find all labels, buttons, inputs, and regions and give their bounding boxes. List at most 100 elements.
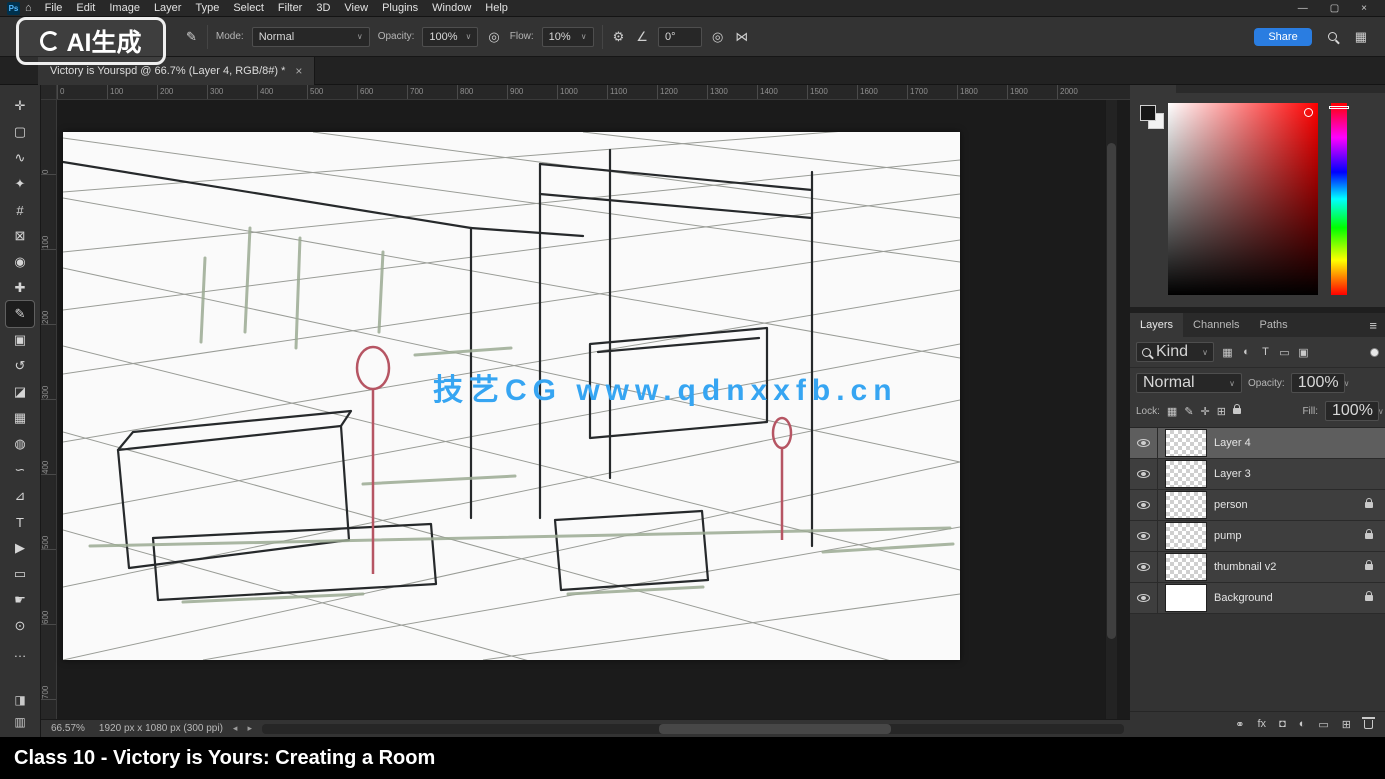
tool-crop[interactable]: #	[6, 197, 34, 223]
color-pointer[interactable]	[1304, 108, 1313, 117]
menu-item[interactable]: Filter	[271, 0, 309, 17]
horizontal-scrollbar[interactable]	[262, 724, 1124, 734]
horizontal-scrollbar-thumb[interactable]	[659, 724, 892, 734]
pen-pressure-icon[interactable]: ◎	[486, 29, 501, 45]
action-new-layer[interactable]: ⊞	[1342, 718, 1351, 731]
panel-tab[interactable]: Layers	[1130, 313, 1183, 337]
menu-item[interactable]: Select	[226, 0, 271, 17]
layer-thumbnail[interactable]	[1166, 523, 1206, 549]
mode-select[interactable]: Normal ∨	[252, 27, 370, 47]
filter-shape-layer-filter[interactable]: ▭	[1276, 346, 1293, 359]
tool-more[interactable]: …	[6, 639, 34, 665]
menu-item[interactable]: 3D	[309, 0, 337, 17]
minimize-icon[interactable]: —	[1298, 3, 1308, 14]
visibility-toggle[interactable]	[1130, 490, 1158, 520]
layer-thumbnail[interactable]	[1166, 492, 1206, 518]
angle-input[interactable]: 0°	[658, 27, 702, 47]
tool-frame[interactable]: ⊠	[6, 223, 34, 249]
layer-row-background[interactable]: Background	[1130, 583, 1385, 614]
menu-item[interactable]: Layer	[147, 0, 189, 17]
action-link-layers[interactable]: ⚭	[1235, 718, 1244, 731]
flow-select[interactable]: 10% ∨	[542, 27, 594, 47]
scroll-left-icon[interactable]: ◂	[233, 723, 238, 734]
layer-row-pump[interactable]: pump	[1130, 521, 1385, 552]
visibility-toggle[interactable]	[1130, 552, 1158, 582]
tool-brush[interactable]: ✎	[6, 301, 34, 327]
layer-row-person[interactable]: person	[1130, 490, 1385, 521]
hue-slider-thumb[interactable]	[1329, 106, 1349, 109]
filter-toggle-icon[interactable]	[1370, 348, 1379, 357]
tablet-pressure-icon[interactable]: ◎	[710, 29, 725, 45]
action-layer-effects[interactable]: fx	[1258, 718, 1267, 731]
layer-thumbnail[interactable]	[1166, 430, 1206, 456]
lock-lock-artboard[interactable]: ⊞	[1217, 405, 1226, 418]
panel-menu-icon[interactable]: ≡	[1369, 318, 1385, 333]
action-layer-mask[interactable]: ◘	[1279, 718, 1286, 731]
lock-lock-position[interactable]: ✛	[1201, 405, 1210, 418]
tool-lasso[interactable]: ∿	[6, 145, 34, 171]
gear-icon[interactable]: ⚙	[611, 29, 627, 45]
layer-thumbnail[interactable]	[1166, 461, 1206, 487]
fill-select[interactable]: 100% ∨	[1325, 401, 1379, 421]
layer-row-thumbnail-v2[interactable]: thumbnail v2	[1130, 552, 1385, 583]
search-icon[interactable]	[1328, 32, 1337, 41]
layer-thumbnail[interactable]	[1166, 554, 1206, 580]
scroll-right-icon[interactable]: ▸	[247, 723, 252, 734]
foreground-color-swatch[interactable]	[1140, 105, 1156, 121]
action-adjustment-layer[interactable]: ◐	[1299, 718, 1306, 731]
tool-pen[interactable]: ⊿	[6, 483, 34, 509]
layer-opacity-select[interactable]: 100% ∨	[1291, 373, 1345, 393]
menu-item[interactable]: Edit	[69, 0, 102, 17]
tool-type[interactable]: T	[6, 509, 34, 535]
symmetry-icon[interactable]: ⋈	[733, 29, 750, 45]
filter-smart-object-filter[interactable]: ▣	[1295, 346, 1312, 359]
tool-clone-stamp[interactable]: ▣	[6, 327, 34, 353]
action-layer-group[interactable]: ▭	[1318, 718, 1328, 731]
home-icon[interactable]: ⌂	[25, 2, 32, 14]
tool-shape[interactable]: ▭	[6, 561, 34, 587]
lock-lock-transparency[interactable]: ▦	[1167, 405, 1177, 418]
tool-preset-icon[interactable]: ✎	[184, 29, 199, 45]
tool-history-brush[interactable]: ↺	[6, 353, 34, 379]
lock-lock-image[interactable]: ✎	[1184, 405, 1193, 418]
saturation-field[interactable]	[1168, 103, 1318, 295]
vertical-scrollbar[interactable]	[1105, 100, 1117, 719]
document-canvas[interactable]: 技艺CG www.qdnxxfb.cn	[63, 132, 960, 660]
opacity-select[interactable]: 100% ∨	[422, 27, 478, 47]
tool-zoom[interactable]: ⊙	[6, 613, 34, 639]
menu-item[interactable]: Image	[102, 0, 147, 17]
panel-tab[interactable]: Paths	[1250, 313, 1298, 337]
tool-move[interactable]: ✛	[6, 93, 34, 119]
tab-close-icon[interactable]: ×	[295, 64, 302, 78]
menu-item[interactable]: Help	[478, 0, 515, 17]
layer-thumbnail[interactable]	[1166, 585, 1206, 611]
tool-blur[interactable]: ◍	[6, 431, 34, 457]
tool-eraser[interactable]: ◪	[6, 379, 34, 405]
filter-pixel-layer-filter[interactable]: ▦	[1219, 346, 1236, 359]
tool-gradient[interactable]: ▦	[6, 405, 34, 431]
close-icon[interactable]: ×	[1361, 3, 1367, 14]
workspace-icon[interactable]: ▦	[1353, 29, 1369, 45]
tool-smudge[interactable]: ∽	[6, 457, 34, 483]
vertical-scrollbar-thumb[interactable]	[1107, 143, 1116, 638]
zoom-level[interactable]: 66.57%	[47, 723, 89, 734]
layer-row-layer-3[interactable]: Layer 3	[1130, 459, 1385, 490]
hue-slider[interactable]	[1331, 103, 1347, 295]
tool-path-selection[interactable]: ▶	[6, 535, 34, 561]
panel-tab[interactable]: Channels	[1183, 313, 1249, 337]
quick-mask-icon[interactable]: ◨	[14, 693, 25, 707]
layer-row-layer-4[interactable]: Layer 4	[1130, 428, 1385, 459]
tool-healing-brush[interactable]: ✚	[6, 275, 34, 301]
visibility-toggle[interactable]	[1130, 459, 1158, 489]
kind-filter-select[interactable]: Kind ∨	[1136, 342, 1214, 362]
tool-eyedropper[interactable]: ◉	[6, 249, 34, 275]
visibility-toggle[interactable]	[1130, 583, 1158, 613]
filter-adjustment-layer-filter[interactable]: ◐	[1238, 346, 1255, 359]
visibility-toggle[interactable]	[1130, 428, 1158, 458]
filter-type-layer-filter[interactable]: T	[1257, 346, 1274, 359]
delete-layer-icon[interactable]	[1364, 720, 1373, 729]
blend-mode-select[interactable]: Normal ∨	[1136, 373, 1242, 393]
visibility-toggle[interactable]	[1130, 521, 1158, 551]
lock-all-icon[interactable]	[1233, 408, 1241, 414]
menu-item[interactable]: Type	[188, 0, 226, 17]
